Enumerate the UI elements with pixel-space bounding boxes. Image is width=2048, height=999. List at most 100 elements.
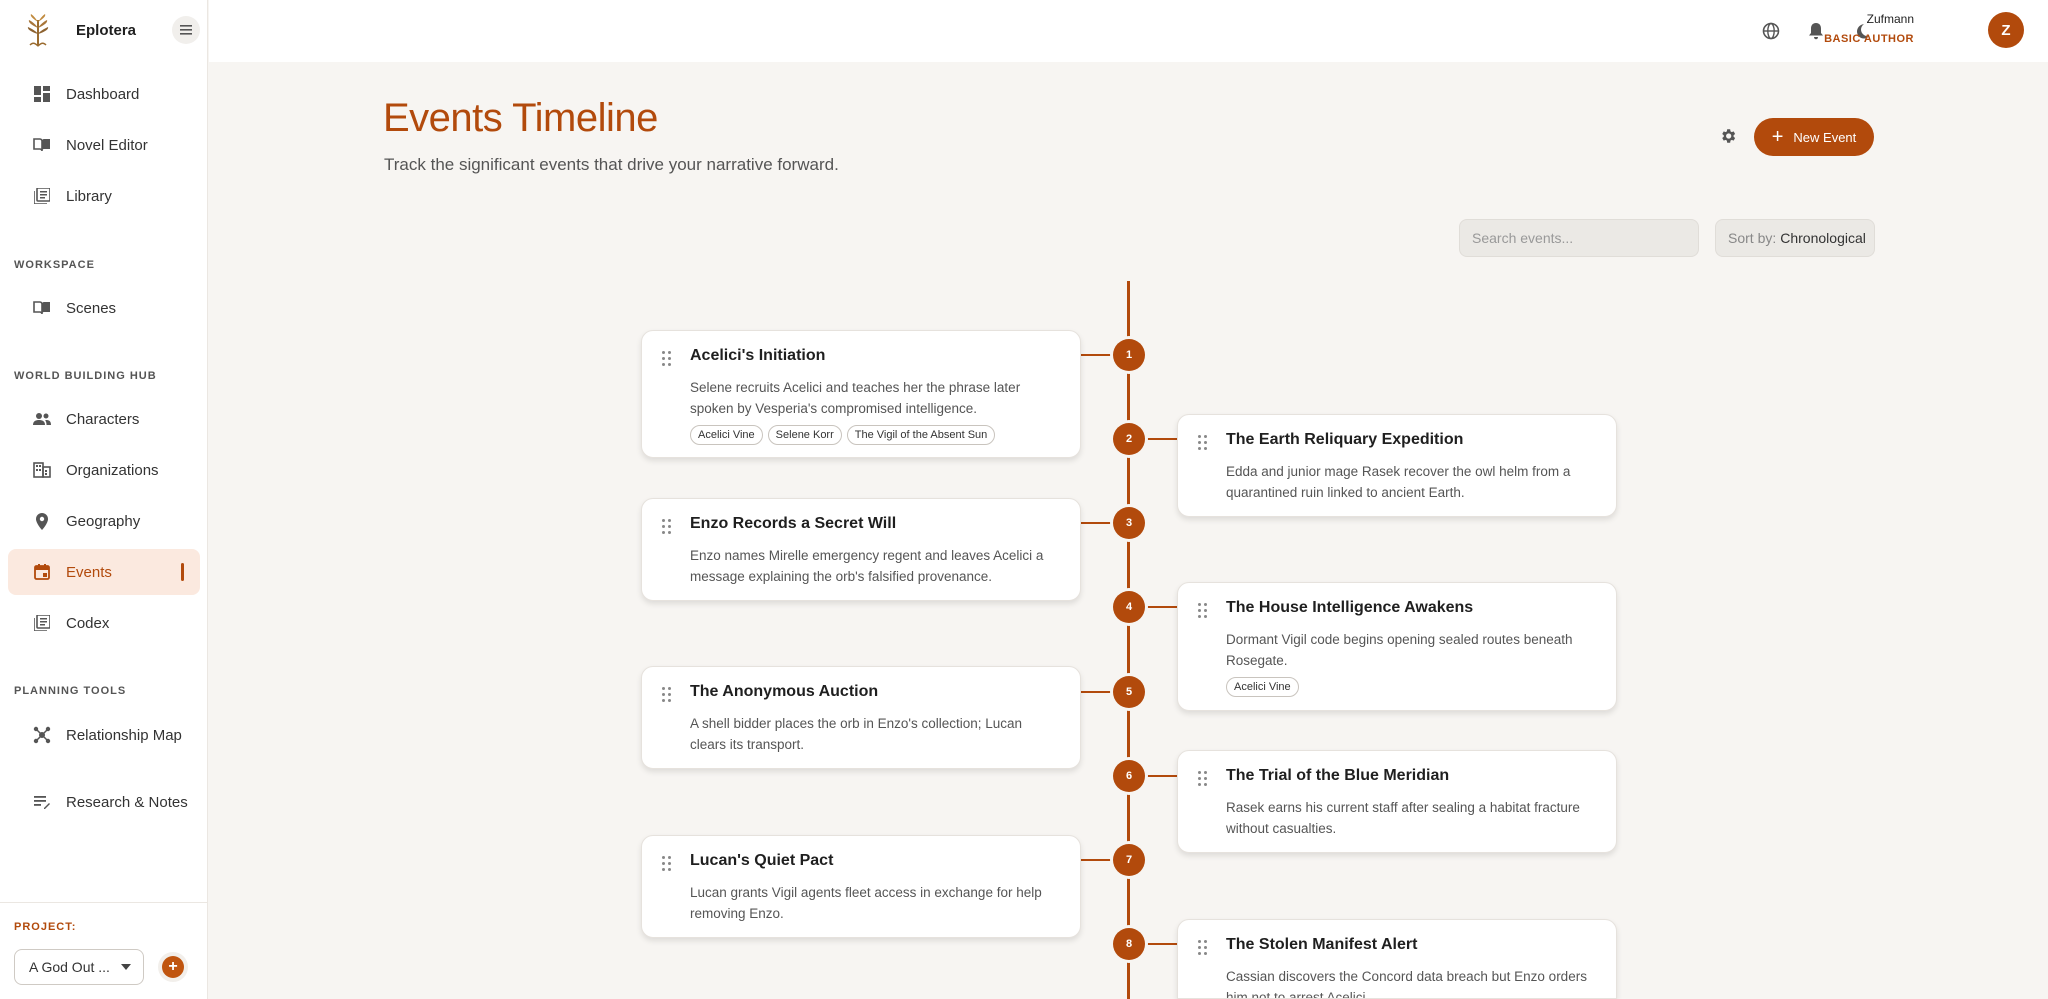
event-tags: Acelici Vine Selene Korr The Vigil of th… bbox=[690, 425, 1060, 445]
event-tags: Acelici Vine bbox=[1226, 677, 1596, 697]
page-title: Events Timeline bbox=[383, 96, 658, 140]
event-description: Dormant Vigil code begins opening sealed… bbox=[1226, 632, 1573, 668]
sidebar-item-scenes[interactable]: Scenes bbox=[8, 285, 200, 331]
sidebar-item-label: Relationship Map bbox=[66, 726, 182, 744]
plus-icon: + bbox=[1771, 126, 1784, 148]
timeline-connector bbox=[1143, 438, 1178, 440]
section-label-planning-tools: PLANNING TOOLS bbox=[14, 685, 127, 697]
drag-handle-icon[interactable] bbox=[662, 351, 672, 367]
event-card[interactable]: Lucan's Quiet Pact Lucan grants Vigil ag… bbox=[641, 835, 1081, 938]
drag-handle-icon[interactable] bbox=[1198, 940, 1208, 956]
timeline-marker: 2 bbox=[1113, 423, 1145, 455]
sidebar-item-label: Novel Editor bbox=[66, 136, 148, 154]
brand[interactable]: Eplotera bbox=[20, 10, 136, 50]
timeline-marker-number: 5 bbox=[1125, 686, 1133, 698]
chevron-down-icon bbox=[121, 964, 131, 970]
timeline-connector bbox=[1081, 859, 1114, 861]
search-input[interactable]: Search events... bbox=[1459, 219, 1699, 257]
timeline-marker: 3 bbox=[1113, 507, 1145, 539]
timeline-connector bbox=[1081, 522, 1114, 524]
sidebar: Eplotera Dashboard Novel Editor Library … bbox=[0, 0, 208, 999]
location-pin-icon bbox=[32, 511, 52, 531]
sidebar-item-research-notes[interactable]: Research & Notes bbox=[8, 779, 200, 825]
timeline-marker: 4 bbox=[1113, 591, 1145, 623]
user-name: Zufmann bbox=[1866, 12, 1914, 26]
settings-button[interactable] bbox=[1716, 124, 1740, 148]
globe-icon bbox=[1762, 22, 1780, 40]
event-card[interactable]: The Stolen Manifest Alert Cassian discov… bbox=[1177, 919, 1617, 999]
dashboard-icon bbox=[32, 84, 52, 104]
gear-icon bbox=[1722, 129, 1736, 143]
event-tag[interactable]: Selene Korr bbox=[767, 425, 842, 445]
project-select[interactable]: A God Out ... bbox=[14, 949, 144, 985]
drag-handle-icon[interactable] bbox=[662, 519, 672, 535]
sidebar-item-relationship-map[interactable]: Relationship Map bbox=[8, 712, 200, 758]
timeline-axis bbox=[1127, 281, 1130, 999]
event-tag[interactable]: Acelici Vine bbox=[690, 425, 763, 445]
bell-icon bbox=[1809, 23, 1823, 40]
timeline-connector bbox=[1143, 775, 1178, 777]
sort-value: Chronological bbox=[1780, 230, 1866, 246]
timeline-connector bbox=[1081, 354, 1114, 356]
timeline-marker: 1 bbox=[1113, 339, 1145, 371]
timeline-connector bbox=[1081, 691, 1114, 693]
drag-handle-icon[interactable] bbox=[662, 856, 672, 872]
library-icon bbox=[32, 613, 52, 633]
sidebar-item-label: Events bbox=[66, 563, 112, 581]
timeline-marker-number: 6 bbox=[1125, 770, 1133, 782]
timeline-marker-number: 4 bbox=[1125, 601, 1133, 613]
sidebar-item-codex[interactable]: Codex bbox=[8, 600, 200, 646]
event-tag[interactable]: Acelici Vine bbox=[1226, 677, 1299, 697]
sidebar-item-organizations[interactable]: Organizations bbox=[8, 447, 200, 493]
event-card[interactable]: The Anonymous Auction A shell bidder pla… bbox=[641, 666, 1081, 769]
timeline-marker-number: 3 bbox=[1125, 517, 1133, 529]
brand-name: Eplotera bbox=[76, 21, 137, 39]
event-tag[interactable]: The Vigil of the Absent Sun bbox=[846, 425, 996, 445]
event-card[interactable]: The House Intelligence Awakens Dormant V… bbox=[1177, 582, 1617, 711]
sidebar-item-library[interactable]: Library bbox=[8, 173, 200, 219]
event-card[interactable]: The Earth Reliquary Expedition Edda and … bbox=[1177, 414, 1617, 517]
sort-prefix: Sort by: bbox=[1728, 230, 1777, 246]
sidebar-item-label: Library bbox=[66, 187, 112, 205]
event-description: Rasek earns his current staff after seal… bbox=[1226, 800, 1580, 836]
event-title: Lucan's Quiet Pact bbox=[690, 852, 834, 869]
tree-logo-icon bbox=[27, 14, 49, 47]
timeline-connector bbox=[1143, 606, 1178, 608]
new-event-button[interactable]: + New Event bbox=[1754, 118, 1874, 156]
project-select-value: A God Out ... bbox=[29, 959, 110, 975]
menu-toggle-button[interactable] bbox=[172, 16, 200, 44]
sort-select[interactable]: Sort by: Chronological bbox=[1715, 219, 1875, 257]
user-role: BASIC AUTHOR bbox=[1824, 33, 1914, 45]
event-title: The House Intelligence Awakens bbox=[1226, 599, 1474, 616]
language-button[interactable] bbox=[1758, 18, 1784, 44]
drag-handle-icon[interactable] bbox=[1198, 603, 1208, 619]
people-icon bbox=[32, 409, 52, 429]
sidebar-item-label: Scenes bbox=[66, 299, 117, 317]
sidebar-item-label: Geography bbox=[66, 512, 141, 530]
avatar[interactable]: Z bbox=[1988, 12, 2024, 48]
timeline-marker-number: 7 bbox=[1125, 854, 1133, 866]
sidebar-item-label: Organizations bbox=[66, 461, 159, 479]
drag-handle-icon[interactable] bbox=[662, 687, 672, 703]
event-card[interactable]: Acelici's Initiation Selene recruits Ace… bbox=[641, 330, 1081, 458]
event-title: The Stolen Manifest Alert bbox=[1226, 936, 1418, 953]
event-title: The Earth Reliquary Expedition bbox=[1226, 431, 1464, 448]
event-card[interactable]: The Trial of the Blue Meridian Rasek ear… bbox=[1177, 750, 1617, 853]
page-subtitle: Track the significant events that drive … bbox=[384, 155, 839, 174]
sidebar-item-characters[interactable]: Characters bbox=[8, 396, 200, 442]
search-placeholder: Search events... bbox=[1472, 230, 1574, 246]
event-card[interactable]: Enzo Records a Secret Will Enzo names Mi… bbox=[641, 498, 1081, 601]
add-project-button[interactable]: + bbox=[162, 956, 184, 978]
sidebar-item-novel-editor[interactable]: Novel Editor bbox=[8, 122, 200, 168]
sidebar-item-geography[interactable]: Geography bbox=[8, 498, 200, 544]
sidebar-item-label: Codex bbox=[66, 614, 110, 632]
drag-handle-icon[interactable] bbox=[1198, 435, 1208, 451]
sidebar-item-events[interactable]: Events bbox=[8, 549, 200, 595]
top-bar: Zufmann BASIC AUTHOR bbox=[209, 0, 2048, 62]
drag-handle-icon[interactable] bbox=[1198, 771, 1208, 787]
event-title: The Trial of the Blue Meridian bbox=[1226, 767, 1450, 784]
timeline-marker: 8 bbox=[1113, 928, 1145, 960]
event-description: Selene recruits Acelici and teaches her … bbox=[690, 380, 1021, 416]
sidebar-item-dashboard[interactable]: Dashboard bbox=[8, 71, 200, 117]
event-title: Acelici's Initiation bbox=[690, 347, 826, 364]
